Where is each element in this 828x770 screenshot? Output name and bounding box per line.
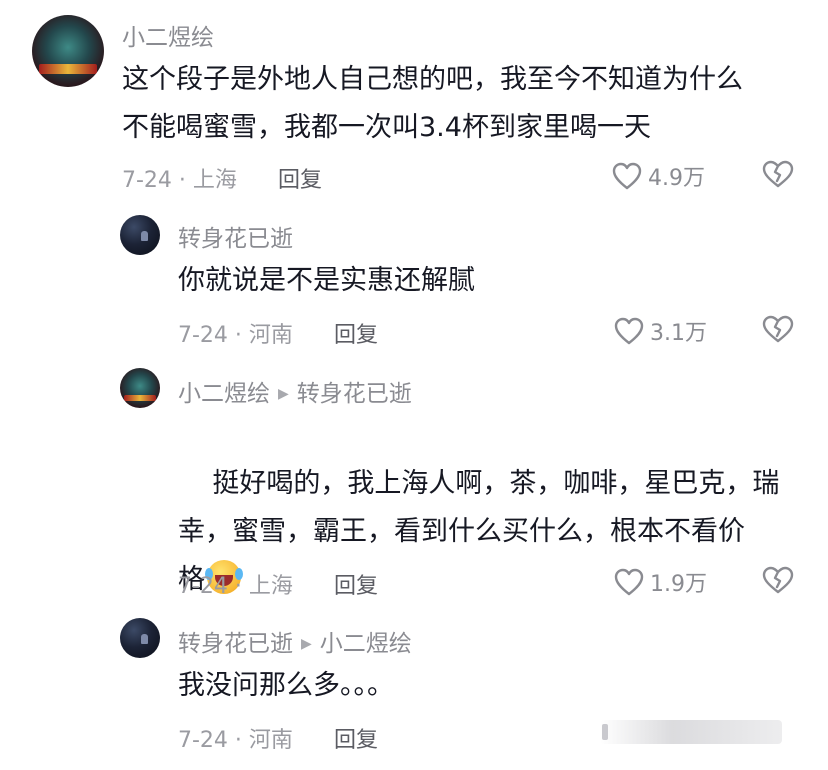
reply-item: 转身花已逝 你就说是不是实惠还解腻 7-24 · 河南 回复 3.1万 xyxy=(0,205,828,355)
reply-button[interactable]: 回复 xyxy=(278,162,322,194)
like-count: 1.9万 xyxy=(650,572,707,597)
like-count: 4.9万 xyxy=(648,166,705,191)
user-avatar[interactable] xyxy=(120,618,160,658)
comment-text: 这个段子是外地人自己想的吧，我至今不知道为什么 不能喝蜜雪，我都一次叫3.4杯到… xyxy=(122,64,743,143)
reply-button[interactable]: 回复 xyxy=(334,722,378,754)
like-button[interactable]: 1.9万 xyxy=(614,566,707,598)
reply-target-username[interactable]: 转身花已逝 xyxy=(297,381,412,407)
comment-username[interactable]: 转身花已逝 xyxy=(178,631,293,657)
dislike-button[interactable] xyxy=(762,315,794,347)
comment-text: 你就说是不是实惠还解腻 xyxy=(178,265,475,296)
comment-username-line: 转身花已逝 ▶ 小二煜绘 xyxy=(178,624,412,658)
reply-item: 小二煜绘 ▶ 转身花已逝 挺好喝的，我上海人啊，茶，咖啡，星巴克，瑞 幸，蜜雪，霸王… xyxy=(0,360,828,610)
like-button[interactable]: 3.1万 xyxy=(614,315,707,347)
user-avatar[interactable] xyxy=(120,215,160,255)
comment-username-line: 小二煜绘 ▶ 转身花已逝 xyxy=(178,374,412,408)
comment-username[interactable]: 小二煜绘 xyxy=(122,18,214,52)
broken-heart-icon xyxy=(762,160,794,188)
reply-button[interactable]: 回复 xyxy=(334,568,378,600)
user-avatar[interactable] xyxy=(120,368,160,408)
comment-item: 小二煜绘 这个段子是外地人自己想的吧，我至今不知道为什么 不能喝蜜雪，我都一次叫… xyxy=(0,0,828,200)
dislike-button[interactable] xyxy=(762,566,794,598)
reply-button[interactable]: 回复 xyxy=(334,317,378,349)
like-count: 3.1万 xyxy=(650,321,707,346)
comment-meta: 7-24 · 河南 xyxy=(178,323,293,348)
like-button[interactable]: 4.9万 xyxy=(612,160,705,192)
reply-arrow-icon: ▶ xyxy=(278,386,289,402)
comment-meta: 7-24 · 河南 xyxy=(178,728,293,753)
reply-arrow-icon: ▶ xyxy=(301,636,312,652)
watermark-overlay xyxy=(600,720,782,744)
heart-icon xyxy=(614,568,644,596)
comment-username[interactable]: 转身花已逝 xyxy=(178,219,293,253)
heart-icon xyxy=(612,162,642,190)
reply-target-username[interactable]: 小二煜绘 xyxy=(320,631,412,657)
heart-icon xyxy=(614,317,644,345)
dislike-button[interactable] xyxy=(762,160,794,192)
comment-text: 我没问那么多。。。 xyxy=(178,670,394,701)
broken-heart-icon xyxy=(762,315,794,343)
broken-heart-icon xyxy=(762,566,794,594)
comment-meta: 7-24 · 上海 xyxy=(122,168,237,193)
comment-meta: 7-24 · 上海 xyxy=(178,574,293,599)
user-avatar[interactable] xyxy=(32,15,104,87)
reply-item: 转身花已逝 ▶ 小二煜绘 我没问那么多。。。 7-24 · 河南 回复 xyxy=(0,612,828,770)
comment-username[interactable]: 小二煜绘 xyxy=(178,381,270,407)
